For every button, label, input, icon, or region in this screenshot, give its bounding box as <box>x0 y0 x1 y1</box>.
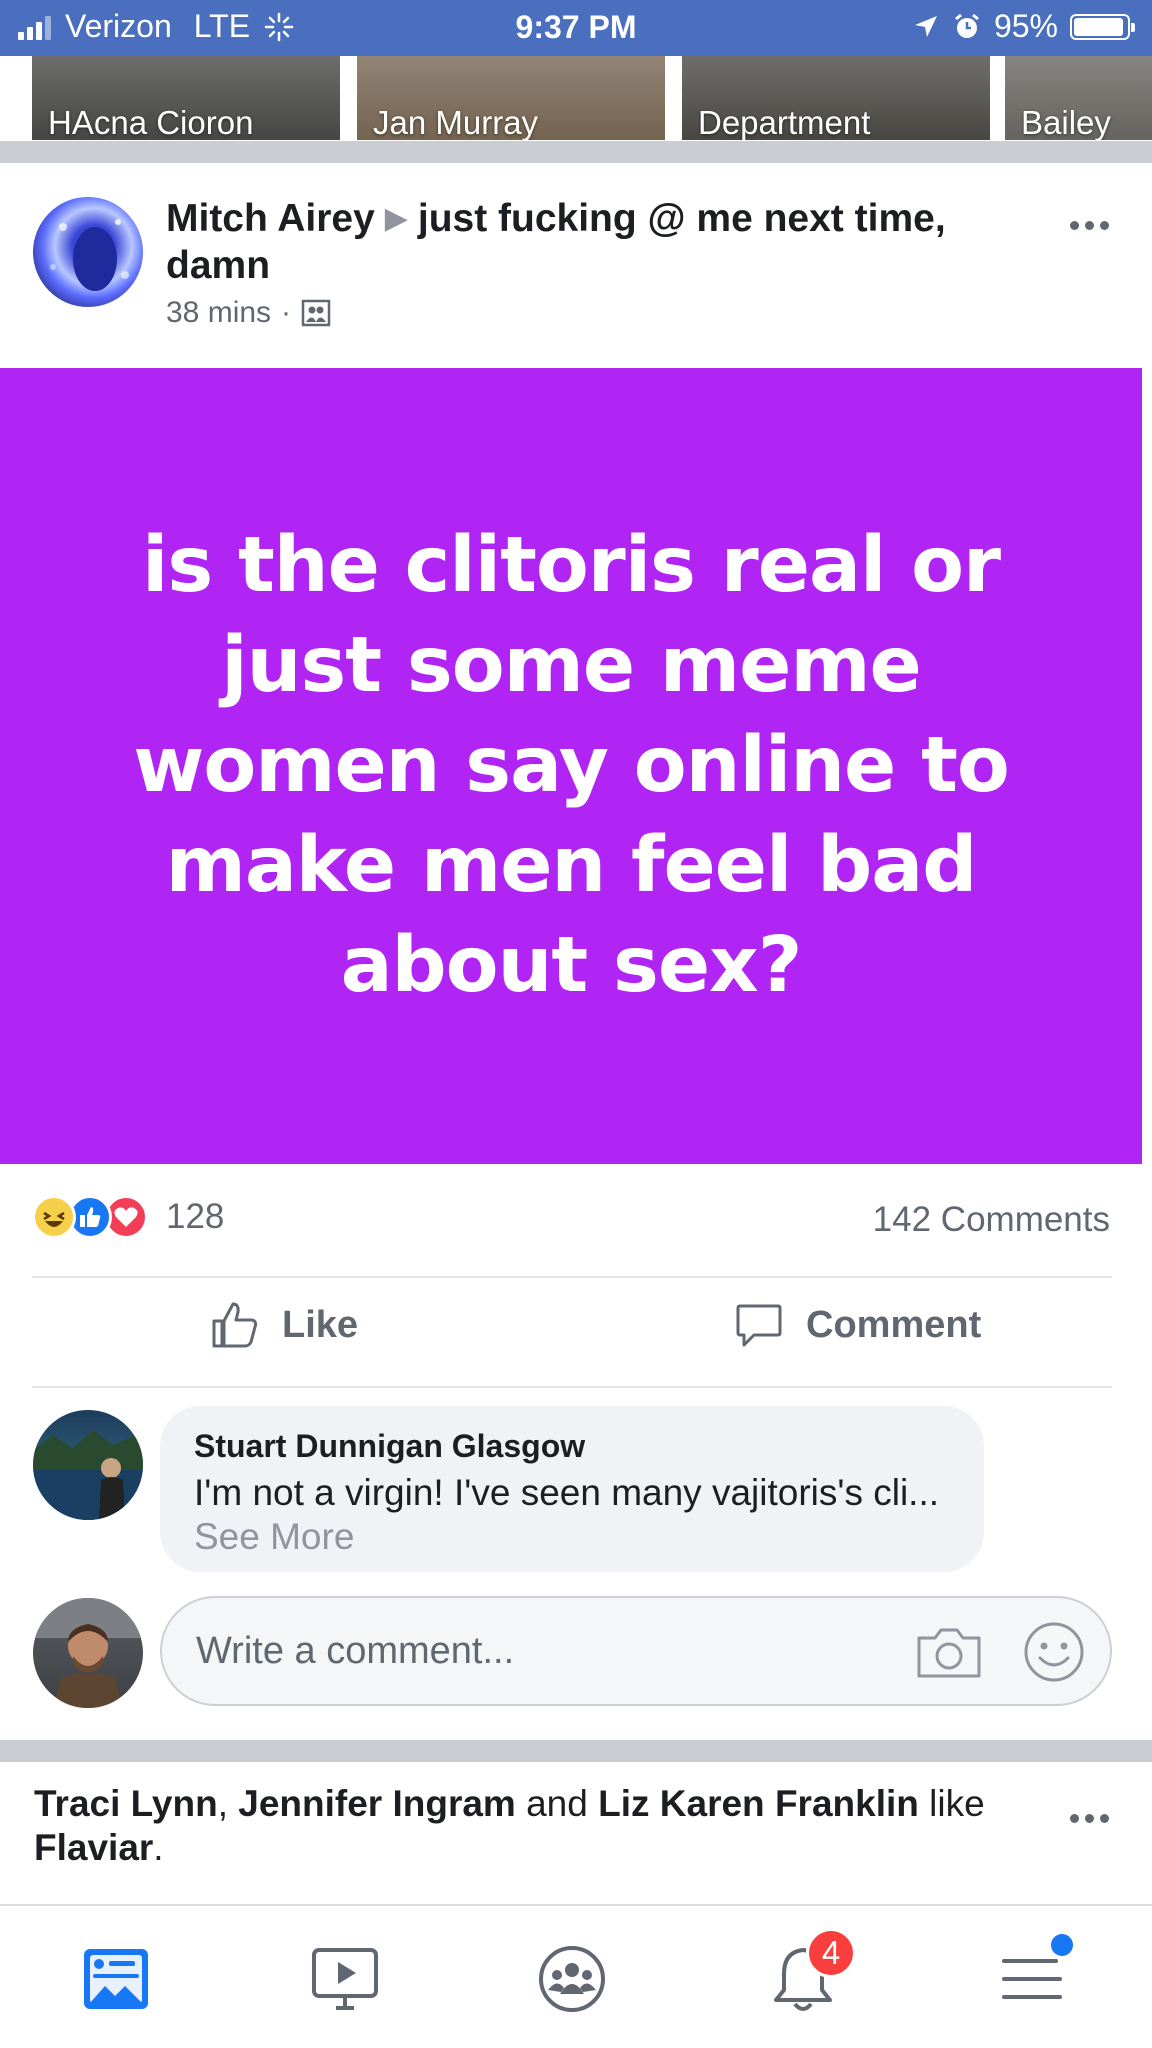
story-card[interactable]: Bailey <box>1005 56 1152 140</box>
end-punctuation: . <box>153 1827 164 1868</box>
page-name[interactable]: Flaviar <box>34 1827 153 1868</box>
reactions-summary[interactable]: 128 <box>32 1195 224 1239</box>
commenter-name[interactable]: Stuart Dunnigan Glasgow <box>194 1428 950 1465</box>
story-name: Department <box>698 104 871 140</box>
friend-name[interactable]: Traci Lynn <box>34 1783 218 1824</box>
post-title-line: Mitch Airey ▶ just fucking @ me next time,… <box>166 195 986 289</box>
comment-bubble[interactable]: Stuart Dunnigan Glasgow I'm not a virgin… <box>160 1406 984 1572</box>
tab-news-feed[interactable] <box>71 1934 161 2024</box>
battery-icon <box>1070 13 1135 40</box>
battery-percent: 95% <box>993 8 1058 44</box>
post-body-text: is the clitoris real or just some meme w… <box>133 521 1010 1010</box>
watch-icon <box>312 1948 378 2010</box>
post-meta: 38 mins · <box>166 296 331 330</box>
story-card[interactable]: HAcna Cioron <box>32 56 340 140</box>
comment-input[interactable] <box>196 1620 916 1682</box>
avatar-image <box>33 1430 143 1520</box>
current-user-avatar[interactable] <box>33 1598 143 1708</box>
commenter-avatar[interactable] <box>33 1410 143 1520</box>
thumbs-up-icon <box>212 1302 258 1348</box>
feed-divider <box>0 1740 1152 1762</box>
story-card[interactable]: Jan Murray <box>357 56 665 140</box>
reaction-count: 128 <box>166 1197 225 1236</box>
tab-menu[interactable] <box>987 1934 1077 2024</box>
status-icons: 95% <box>912 8 1135 45</box>
post-body-banner: is the clitoris real or just some meme w… <box>0 368 1142 1164</box>
story-card[interactable]: Department <box>682 56 990 140</box>
author-name[interactable]: Mitch Airey <box>166 197 375 240</box>
avatar-image <box>33 1598 143 1708</box>
comment-count[interactable]: 142 Comments <box>873 1200 1110 1240</box>
status-bar: Verizon LTE 9:37 PM 95% <box>0 0 1152 56</box>
comment-body: I'm not a virgin! I've seen many vajitor… <box>194 1472 909 1513</box>
story-name: HAcna Cioron <box>48 104 254 140</box>
emoji-icon[interactable] <box>1022 1620 1086 1684</box>
story-name: Bailey <box>1021 104 1111 140</box>
stories-strip[interactable]: HAcna Cioron Jan Murray Department Baile… <box>0 56 1152 140</box>
groups-icon <box>539 1946 605 2012</box>
post-time[interactable]: 38 mins <box>166 296 271 330</box>
see-more-link[interactable]: See More <box>194 1516 354 1557</box>
friend-name[interactable]: Jennifer Ingram <box>238 1783 516 1824</box>
camera-icon[interactable] <box>915 1624 983 1680</box>
verb-text: like <box>918 1783 985 1824</box>
tab-watch[interactable] <box>300 1934 390 2024</box>
tab-notifications[interactable]: 4 <box>758 1928 856 2024</box>
avatar-image <box>50 219 129 291</box>
like-button[interactable]: Like <box>210 1300 358 1350</box>
separator-text: and <box>515 1783 599 1824</box>
feed-divider <box>0 141 1152 163</box>
write-comment-box[interactable] <box>160 1596 1112 1706</box>
post-options-icon[interactable] <box>1070 221 1109 230</box>
post-header: Mitch Airey ▶ just fucking @ me next time,… <box>0 163 1152 368</box>
notification-badge: 4 <box>806 1928 856 1978</box>
news-feed-icon <box>84 1949 148 2009</box>
triangle-right-icon: ▶ <box>384 202 408 235</box>
location-icon <box>914 15 937 37</box>
next-story-header: Traci Lynn, Jennifer Ingram and Liz Kare… <box>34 1782 1034 1870</box>
menu-icon <box>1002 1959 1062 1999</box>
comment-bubble-icon <box>736 1304 782 1347</box>
comment-text: I'm not a virgin! I've seen many vajitor… <box>194 1471 950 1559</box>
tab-groups[interactable] <box>527 1934 617 2024</box>
comment-ellipsis: ... <box>908 1472 940 1513</box>
comment-label: Comment <box>806 1303 982 1346</box>
separator-text: , <box>217 1783 239 1824</box>
meta-separator: · <box>281 296 292 329</box>
story-options-icon[interactable] <box>1070 1814 1109 1823</box>
friend-name[interactable]: Liz Karen Franklin <box>598 1783 919 1824</box>
like-label: Like <box>282 1303 359 1346</box>
alarm-icon <box>955 13 979 38</box>
divider <box>32 1276 1112 1278</box>
author-avatar[interactable] <box>33 197 143 307</box>
bottom-tab-bar: 4 <box>0 1904 1152 2048</box>
story-name: Jan Murray <box>373 104 539 140</box>
menu-update-dot <box>1051 1934 1073 1956</box>
divider <box>32 1386 1112 1388</box>
friends-list-icon <box>301 299 331 327</box>
haha-reaction-icon <box>32 1195 76 1239</box>
comment-button[interactable]: Comment <box>734 1300 981 1350</box>
